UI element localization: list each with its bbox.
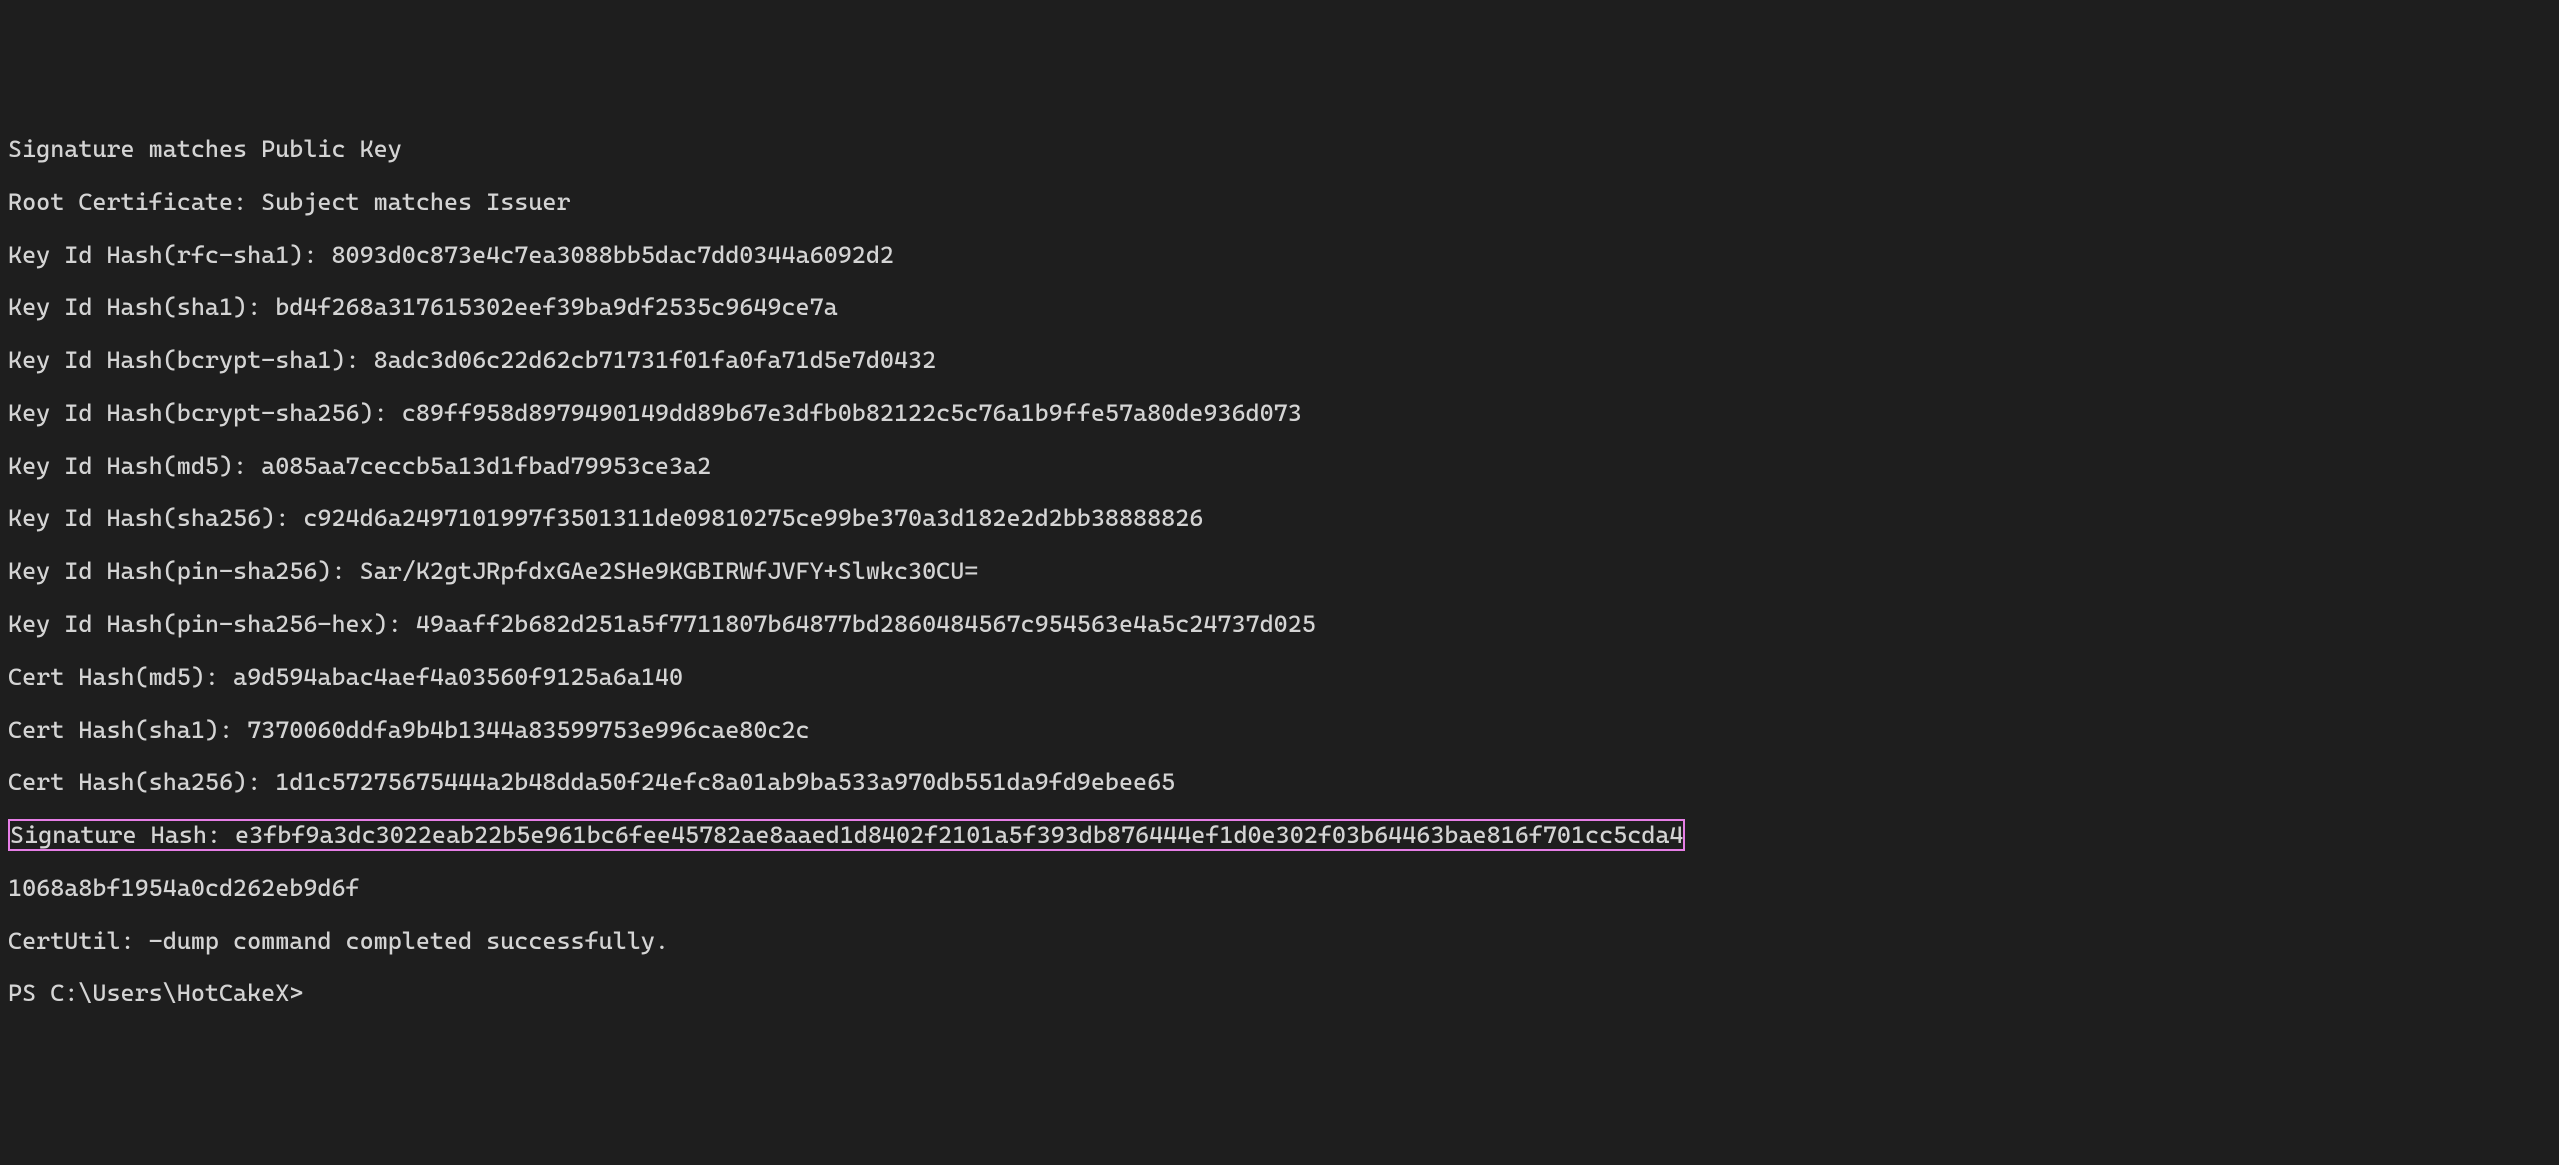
highlighted-signature-hash: Signature Hash: e3fbf9a3dc3022eab22b5e96…: [8, 822, 2551, 848]
output-line: 1068a8bf1954a0cd262eb9d6f: [8, 875, 2551, 901]
output-line: Key Id Hash(pin-sha256): Sar/K2gtJRpfdxG…: [8, 558, 2551, 584]
output-line: Root Certificate: Subject matches Issuer: [8, 189, 2551, 215]
powershell-prompt: PS C:\Users\HotCakeX>: [8, 979, 303, 1007]
output-line: Signature matches Public Key: [8, 136, 2551, 162]
output-line: Cert Hash(sha1): 7370060ddfa9b4b1344a835…: [8, 717, 2551, 743]
output-line: CertUtil: -dump command completed succes…: [8, 928, 2551, 954]
output-line: Cert Hash(md5): a9d594abac4aef4a03560f91…: [8, 664, 2551, 690]
terminal-output: Signature matches Public Key Root Certif…: [8, 110, 2551, 1034]
prompt-line[interactable]: PS C:\Users\HotCakeX>: [8, 980, 2551, 1006]
output-line: Key Id Hash(rfc-sha1): 8093d0c873e4c7ea3…: [8, 242, 2551, 268]
output-line: Key Id Hash(sha256): c924d6a2497101997f3…: [8, 505, 2551, 531]
output-line: Key Id Hash(pin-sha256-hex): 49aaff2b682…: [8, 611, 2551, 637]
output-line: Key Id Hash(md5): a085aa7ceccb5a13d1fbad…: [8, 453, 2551, 479]
output-line: Key Id Hash(bcrypt-sha1): 8adc3d06c22d62…: [8, 347, 2551, 373]
output-line: Cert Hash(sha256): 1d1c57275675444a2b48d…: [8, 769, 2551, 795]
output-line: Key Id Hash(bcrypt-sha256): c89ff958d897…: [8, 400, 2551, 426]
output-line: Key Id Hash(sha1): bd4f268a317615302eef3…: [8, 294, 2551, 320]
